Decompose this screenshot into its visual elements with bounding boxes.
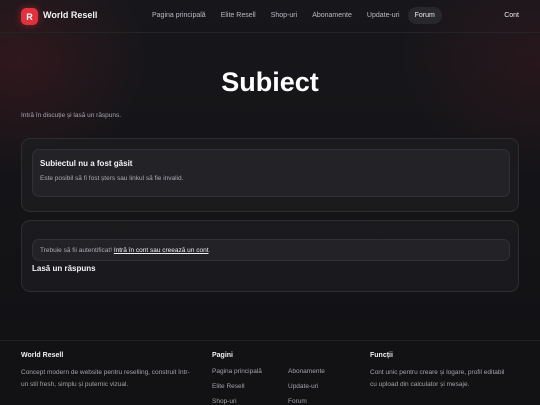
- auth-suffix: .: [208, 247, 211, 254]
- footer-functions-line-1: Cont unic pentru creare și logare, profi…: [370, 369, 505, 376]
- main-nav: Pagina principală Elite Resell Shop-uri …: [145, 7, 443, 24]
- footer-link-updates[interactable]: Update-uri: [288, 383, 318, 390]
- account-link[interactable]: Cont: [504, 12, 519, 19]
- auth-notice-text: Trebuie să fii autentificat! Intră în co…: [40, 247, 210, 254]
- reply-title: Lasă un răspuns: [32, 264, 96, 273]
- page-title: Subiect: [221, 67, 319, 97]
- footer-link-shops[interactable]: Shop-uri: [212, 398, 237, 405]
- footer-about-line-2: un stil fresh, simplu și puternic vizual…: [21, 381, 129, 388]
- not-found-card: Subiectul nu a fost găsit Este posibil s…: [32, 149, 510, 197]
- footer-link-subscriptions[interactable]: Abonamente: [288, 368, 325, 375]
- nav-item-home[interactable]: Pagina principală: [145, 7, 213, 24]
- footer-link-elite-resell[interactable]: Elite Resell: [212, 383, 245, 390]
- reply-panel: Trebuie să fii autentificat! Intră în co…: [21, 220, 519, 292]
- footer-functions-line-2: cu upload din calculator și mesaje.: [370, 381, 470, 388]
- footer-link-home[interactable]: Pagina principală: [212, 368, 262, 375]
- footer-about-line-1: Concept modern de website pentru reselli…: [21, 369, 190, 376]
- login-register-link[interactable]: Intră în cont sau creează un cont: [114, 247, 209, 254]
- footer: World Resell Concept modern de website p…: [0, 340, 540, 405]
- auth-prefix: Trebuie să fii autentificat!: [40, 247, 114, 254]
- top-navbar: R World Resell Pagina principală Elite R…: [0, 0, 540, 33]
- page-subtitle: Intră în discuție și lasă un răspuns.: [21, 112, 122, 119]
- footer-functions-title: Funcții: [370, 352, 393, 359]
- topic-panel: Subiectul nu a fost găsit Este posibil s…: [21, 138, 519, 212]
- nav-item-shops[interactable]: Shop-uri: [264, 7, 304, 24]
- auth-notice: Trebuie să fii autentificat! Intră în co…: [32, 239, 510, 261]
- logo-icon[interactable]: R: [21, 8, 38, 25]
- footer-link-forum[interactable]: Forum: [288, 398, 307, 405]
- not-found-text: Este posibil să fi fost șters sau linkul…: [40, 175, 184, 182]
- nav-item-updates[interactable]: Update-uri: [360, 7, 407, 24]
- footer-about-title: World Resell: [21, 352, 64, 359]
- brand-name[interactable]: World Resell: [43, 10, 97, 20]
- footer-about-text: Concept modern de website pentru reselli…: [21, 367, 190, 391]
- footer-pages-title: Pagini: [212, 352, 234, 359]
- nav-item-elite-resell[interactable]: Elite Resell: [214, 7, 263, 24]
- nav-item-subscriptions[interactable]: Abonamente: [305, 7, 359, 24]
- not-found-title: Subiectul nu a fost găsit: [40, 159, 133, 168]
- nav-item-forum[interactable]: Forum: [407, 7, 442, 24]
- footer-functions-text: Cont unic pentru creare și logare, profi…: [370, 367, 504, 391]
